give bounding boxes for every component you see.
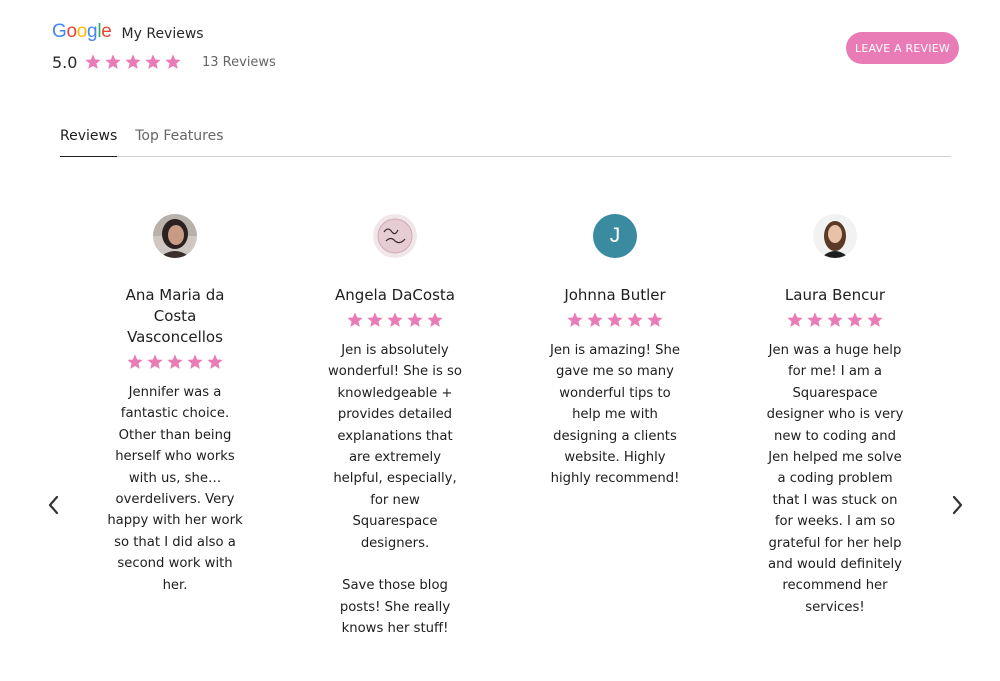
review-card: Ana Maria da Costa Vasconcellos Jennifer… [95,214,255,596]
star-icon [164,53,182,71]
reviewer-photo [813,214,857,258]
carousel-prev-button[interactable] [43,494,65,516]
review-stars [315,311,475,329]
brand-row: Google My Reviews [52,20,276,44]
star-icon [366,311,384,329]
star-icon [646,311,664,329]
review-card: Laura Bencur Jen was a huge help for me!… [755,214,915,618]
google-logo-letter: o [66,21,77,42]
review-text: Jennifer was a fantastic choice. Other t… [107,385,243,593]
review-card: J Johnna Butler Jen is amazing! She gave… [535,214,695,490]
review-count: 13 Reviews [202,54,276,70]
avatar [373,214,417,258]
star-icon [806,311,824,329]
reviewer-logo [373,214,417,258]
carousel-next-button[interactable] [946,494,968,516]
review-text: Jen is absolutely wonderful! She is so k… [328,343,462,637]
star-icon [826,311,844,329]
star-icon [146,353,164,371]
reviewer-name: Angela DaCosta [335,286,455,304]
tab-top-features[interactable]: Top Features [135,124,223,156]
tab-bar: Reviews Top Features [60,124,951,157]
star-icon [846,311,864,329]
google-logo-letter: G [52,21,67,42]
review-stars [95,353,255,371]
rating-value: 5.0 [52,52,78,72]
star-icon [144,53,162,71]
google-logo: Google [52,21,112,43]
star-icon [124,53,142,71]
page-title: My Reviews [121,25,204,42]
rating-stars [84,53,182,71]
star-icon [186,353,204,371]
star-icon [84,53,102,71]
reviewer-name: Laura Bencur [784,286,886,304]
star-icon [786,311,804,329]
review-stars [755,311,915,329]
review-text: Jen is amazing! She gave me so many wond… [550,343,680,487]
review-stars [535,311,695,329]
star-icon [566,311,584,329]
chevron-left-icon [48,495,59,515]
review-text: Jen was a huge help for me! I am a Squar… [766,343,904,615]
reviews-header: Google My Reviews 5.0 13 Reviews [52,20,276,74]
google-logo-letter: e [101,21,112,42]
chevron-right-icon [952,495,963,515]
google-logo-letter: g [87,21,98,42]
star-icon [346,311,364,329]
star-icon [626,311,644,329]
star-icon [166,353,184,371]
star-icon [104,53,122,71]
google-logo-letter: o [76,21,88,42]
star-icon [426,311,444,329]
reviewer-name: Ana Maria da Costa Vasconcellos [125,286,225,346]
reviewer-photo [153,214,197,258]
tab-reviews[interactable]: Reviews [60,124,118,157]
star-icon [606,311,624,329]
star-icon [126,353,144,371]
avatar [813,214,857,258]
reviewer-name: Johnna Butler [564,286,666,304]
star-icon [406,311,424,329]
star-icon [386,311,404,329]
review-card: Angela DaCosta Jen is absolutely wonderf… [315,214,475,640]
star-icon [586,311,604,329]
star-icon [206,353,224,371]
overall-rating: 5.0 13 Reviews [52,50,276,74]
star-icon [866,311,884,329]
avatar [153,214,197,258]
avatar: J [593,214,637,258]
leave-review-button[interactable]: LEAVE A REVIEW [846,32,959,64]
